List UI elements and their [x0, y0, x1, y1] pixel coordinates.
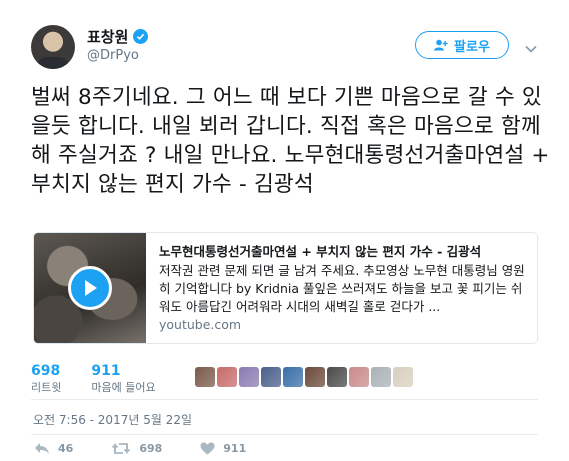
card-domain: youtube.com — [159, 317, 242, 332]
user-name-row[interactable]: 표창원 — [87, 26, 149, 47]
retweet-icon — [112, 442, 131, 455]
like-action-count: 911 — [223, 442, 247, 455]
liker-avatar[interactable] — [261, 367, 281, 387]
like-button[interactable]: 911 — [200, 442, 246, 455]
divider — [31, 434, 538, 435]
card-title[interactable]: 노무현대통령선거출마연설 + 부치지 않는 편지 가수 - 김광석 — [159, 243, 525, 261]
reply-count: 46 — [58, 442, 74, 455]
divider — [31, 399, 538, 400]
card-body[interactable]: 노무현대통령선거출마연설 + 부치지 않는 편지 가수 - 김광석 저작권 관련… — [146, 233, 537, 343]
reply-icon — [35, 443, 49, 454]
liker-avatar[interactable] — [371, 367, 391, 387]
tweet-stats: 698 리트윗 911 마음에 들어요 — [31, 362, 186, 396]
play-icon[interactable] — [68, 266, 112, 310]
user-handle[interactable]: @DrPyo — [87, 48, 139, 63]
retweet-stat[interactable]: 698 리트윗 — [31, 362, 61, 396]
liker-avatar[interactable] — [349, 367, 369, 387]
tweet-timestamp: 오전 7:56 - 2017년 5월 22일 — [33, 413, 192, 427]
like-label: 마음에 들어요 — [91, 381, 156, 394]
profile-avatar[interactable] — [31, 25, 75, 69]
follow-button-label: 팔로우 — [454, 39, 490, 55]
tweet-text: 벌써 8주기네요. 그 어느 때 보다 기쁜 마음으로 갈 수 있을듯 합니다.… — [31, 85, 550, 197]
card-description: 저작권 관련 문제 되면 글 남겨 주세요. 추모영상 노무현 대통령님 영원히… — [159, 263, 525, 314]
verified-badge-icon — [133, 29, 149, 44]
liker-avatar[interactable] — [217, 367, 237, 387]
follow-button[interactable]: 팔로우 — [415, 31, 509, 59]
chevron-down-icon[interactable] — [525, 38, 537, 57]
retweet-action-count: 698 — [139, 442, 163, 455]
retweet-label: 리트윗 — [31, 381, 62, 394]
liker-avatar[interactable] — [195, 367, 215, 387]
heart-icon — [200, 442, 215, 455]
like-stat[interactable]: 911 마음에 들어요 — [91, 362, 155, 396]
tweet-actions: 46 698 911 — [34, 442, 284, 455]
liker-avatars — [195, 367, 415, 387]
liker-avatar[interactable] — [283, 367, 303, 387]
video-thumbnail[interactable] — [34, 233, 146, 343]
liker-avatar[interactable] — [393, 367, 413, 387]
reply-button[interactable]: 46 — [34, 442, 73, 455]
retweet-count[interactable]: 698 — [31, 362, 61, 380]
display-name[interactable]: 표창원 — [87, 26, 128, 47]
add-user-icon — [434, 39, 448, 51]
retweet-button[interactable]: 698 — [111, 442, 162, 455]
like-count[interactable]: 911 — [91, 362, 155, 380]
liker-avatar[interactable] — [327, 367, 347, 387]
liker-avatar[interactable] — [239, 367, 259, 387]
link-card[interactable]: 노무현대통령선거출마연설 + 부치지 않는 편지 가수 - 김광석 저작권 관련… — [33, 232, 538, 344]
liker-avatar[interactable] — [305, 367, 325, 387]
